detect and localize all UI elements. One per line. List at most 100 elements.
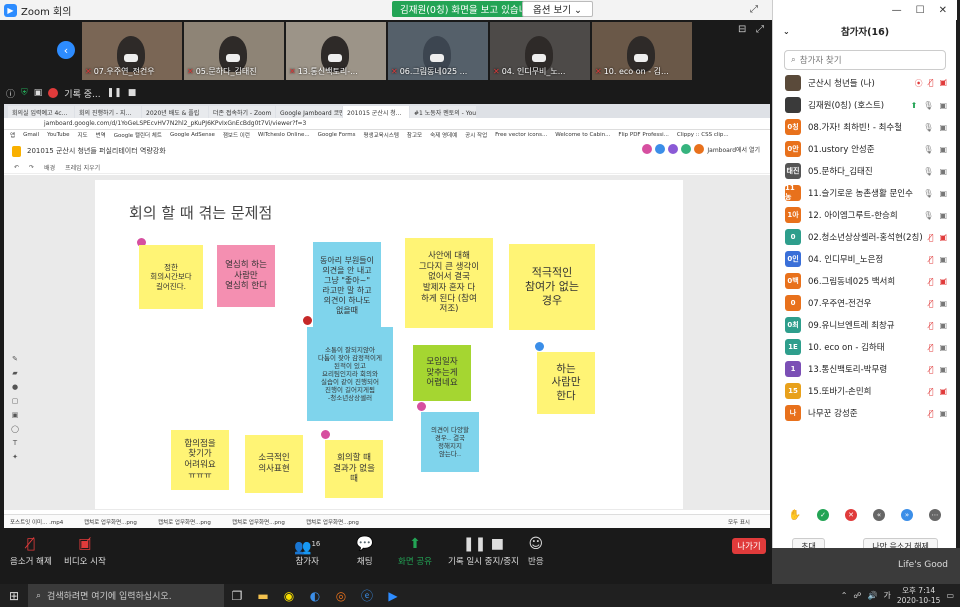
bookmark[interactable]: Google 캘린더 체트	[114, 131, 162, 139]
participant-row[interactable]: 군산시 청년들 (나) ⦿ 🎙̸ ▣̸	[773, 72, 957, 94]
sticky-note[interactable]: 하는 사람만 한다	[537, 352, 595, 414]
download-item[interactable]: 캡쳐로 업무화면...png	[158, 518, 228, 526]
bookmark[interactable]: WiTcheslo Online...	[258, 132, 310, 138]
participant-row[interactable]: 1아 12. 아이엠그루트-한승희 🎙 ▣	[773, 204, 957, 226]
sticky-note[interactable]: 소통이 잘되지않아 다툼이 잦아 감정적이게 된적이 있고 요리팀인지라 회의와…	[307, 327, 393, 421]
undo-icon[interactable]: ↶	[14, 164, 19, 171]
download-item[interactable]: 캡쳐로 업무화면...png	[306, 518, 376, 526]
stop-recording-icon[interactable]: ■	[128, 88, 137, 98]
sticky-note[interactable]: 정한 회의시간보다 길어진다.	[139, 245, 203, 309]
sticky-note-icon[interactable]: ▢	[12, 397, 19, 405]
notification-icon[interactable]: ▭	[946, 591, 954, 600]
bookmark[interactable]: 번역	[96, 131, 106, 139]
sticky-note[interactable]: 열심히 하는 사람만 열심히 한다	[217, 245, 275, 307]
browser-tab[interactable]: #1 노동자 멘토의 - YouTube	[410, 106, 476, 118]
chat-button[interactable]: 💬 채팅	[356, 536, 373, 567]
participant-row[interactable]: 0칭 08.가자! 최하빈! - 최수철 🎙 ▣	[773, 116, 957, 138]
eraser-icon[interactable]: ▰	[12, 369, 17, 377]
bookmark[interactable]: 지도	[77, 131, 87, 139]
show-all-link[interactable]: 모두 표시	[728, 518, 750, 526]
share-screen-button[interactable]: ⬆ 화면 공유	[398, 536, 432, 567]
video-thumbnail[interactable]: ✕ 10. eco on - 김...	[592, 22, 692, 80]
bookmark[interactable]: YouTube	[47, 132, 69, 138]
bookmark[interactable]: Free vector icons...	[495, 132, 547, 138]
address-bar[interactable]: jamboard.google.com/d/1YoGeLSPEcvHV7N2hl…	[4, 118, 770, 130]
textbox-icon[interactable]: T	[13, 439, 17, 447]
participant-row[interactable]: 15 15.또바기-손민희 🎙̸ ▣̸	[773, 380, 957, 402]
browser-tab[interactable]: 2020년 배도 & 플립	[142, 106, 208, 118]
browser-tab[interactable]: 회의 진행하기 - 지...	[75, 106, 141, 118]
go-faster-icon[interactable]: »	[901, 509, 913, 521]
video-thumbnail[interactable]: ✕ 06.그림동네025 ...	[388, 22, 488, 80]
windows-start-icon[interactable]: ⊞	[0, 589, 28, 603]
browser-tab[interactable]: 더존 접속하기 - Zoom	[209, 106, 275, 118]
download-item[interactable]: 포스트잇 이미... .mp4	[10, 518, 80, 526]
edge-icon[interactable]: ◐	[302, 584, 328, 607]
pause-stop-recording-button[interactable]: ❚❚ ■ 기록 일시 중지/중지	[448, 536, 519, 567]
sticky-note[interactable]: 회의할 때 결과가 없을 때	[325, 440, 383, 498]
sticky-note[interactable]: 소극적인 의사표현	[245, 435, 303, 493]
bookmark[interactable]: 잼보드 이런	[223, 131, 250, 139]
maximize-icon[interactable]: ☐	[916, 5, 925, 16]
background-button[interactable]: 배경	[44, 163, 55, 172]
sticky-note[interactable]: 합의점을 찾기가 어려워요 ㅠㅠㅠ	[171, 430, 229, 490]
participant-row[interactable]: 0최 09.유니브엔트레 최창규 🎙̸ ▣	[773, 314, 957, 336]
download-item[interactable]: 캡쳐로 업무화면...png	[84, 518, 154, 526]
participant-row[interactable]: 김재원(0칭) (호스트) ⬆ 🎙 ▣	[773, 94, 957, 116]
clock[interactable]: 오후 7:14 2020-10-15	[897, 586, 941, 606]
expand-video-icon[interactable]: ⤢	[756, 24, 764, 35]
security-icon[interactable]: ▣	[34, 88, 43, 98]
chevron-down-icon[interactable]: ⌄	[783, 27, 790, 36]
open-in-jamboard-link[interactable]: Jamboard에서 열기	[707, 145, 760, 154]
shield-icon[interactable]: ⛨	[21, 88, 28, 98]
task-view-icon[interactable]: ❐	[224, 584, 250, 607]
bookmark[interactable]: Google AdSense	[170, 132, 215, 138]
participant-row[interactable]: 1 13.통신백토리-박무령 🎙̸ ▣	[773, 358, 957, 380]
image-icon[interactable]: ▣	[12, 411, 19, 419]
close-icon[interactable]: ✕	[939, 5, 947, 16]
go-slower-icon[interactable]: «	[873, 509, 885, 521]
raise-hand-icon[interactable]: ✋	[789, 509, 801, 521]
download-item[interactable]: 캡쳐로 업무화면...png	[232, 518, 302, 526]
browser-tab[interactable]: 회의실 입력예고 4c...	[8, 106, 74, 118]
sticky-note[interactable]: 적극적인 참여가 없는 경우	[509, 244, 595, 330]
info-icon[interactable]: ⓘ	[6, 87, 15, 100]
sticky-note[interactable]: 의견이 다양할 경우.. 결국 정해지지 않는다..	[421, 412, 479, 472]
sticky-note[interactable]: 모임일자 맞추는게 어렵네요	[413, 345, 471, 401]
video-thumbnail[interactable]: ✕ 13.통신백토리-...	[286, 22, 386, 80]
participant-row[interactable]: 0안 01.ustory 안성준 🎙 ▣	[773, 138, 957, 160]
chevron-up-icon[interactable]: ⌃	[841, 591, 848, 600]
sticky-note[interactable]: 사안에 대해 그다지 큰 생각이 없어서 결국 발제자 혼자 다 하게 된다 (…	[405, 238, 493, 328]
view-options-button[interactable]: 옵션 보기 ⌄	[522, 1, 593, 17]
minimize-video-icon[interactable]: ⊟	[738, 24, 746, 35]
clear-frame-button[interactable]: 프레임 지우기	[65, 163, 100, 172]
zoom-app-icon[interactable]: ▶	[380, 584, 406, 607]
bookmark[interactable]: 참고모	[407, 131, 422, 139]
bookmark[interactable]: Welcome to Cabin...	[555, 132, 610, 138]
pause-recording-icon[interactable]: ❚❚	[107, 88, 122, 98]
fullscreen-icon[interactable]: ⤢	[750, 4, 758, 15]
bookmark[interactable]: 공시 작업	[465, 131, 487, 139]
participant-row[interactable]: 1E 10. eco on - 김하태 🎙̸ ▣	[773, 336, 957, 358]
participant-row[interactable]: 0백 06.그림동네025 백서희 🎙̸ ▣̸	[773, 270, 957, 292]
yes-icon[interactable]: ✓	[817, 509, 829, 521]
previous-page-button[interactable]: ‹	[57, 41, 75, 59]
minimize-icon[interactable]: —	[892, 5, 902, 16]
bookmark[interactable]: 숙제 영데예	[430, 131, 457, 139]
participant-row[interactable]: 11농 11.슬기로운 농촌생활 문인수 🎙 ▣	[773, 182, 957, 204]
bookmark[interactable]: 평생교육시스템	[363, 131, 398, 139]
start-video-button[interactable]: ▣̸ 비디오 시작	[64, 536, 106, 567]
browser-tab-active[interactable]: 201015 군산시 청...	[343, 106, 409, 118]
volume-icon[interactable]: 🔊	[868, 591, 878, 600]
ie-icon[interactable]: ⓔ	[354, 584, 380, 607]
participants-button[interactable]: 👥16 참가자	[294, 536, 320, 567]
participant-row[interactable]: 0인 04. 인디무비_노은정 🎙̸ ▣	[773, 248, 957, 270]
video-thumbnail[interactable]: ✕ 05.문하다_김태진	[184, 22, 284, 80]
no-icon[interactable]: ✕	[845, 509, 857, 521]
taskbar-search-input[interactable]: ⌕ 검색하려면 여기에 입력하십시오.	[28, 584, 224, 607]
participant-row[interactable]: 태진 05.문하다_김태진 🎙 ▣	[773, 160, 957, 182]
network-icon[interactable]: ☍	[853, 591, 861, 600]
participant-row[interactable]: 나 나무꾼 강성준 🎙̸ ▣	[773, 402, 957, 424]
leave-button[interactable]: 나가기	[732, 538, 766, 554]
browser-tab[interactable]: Google Jamboard 코멘트 입	[276, 106, 342, 118]
